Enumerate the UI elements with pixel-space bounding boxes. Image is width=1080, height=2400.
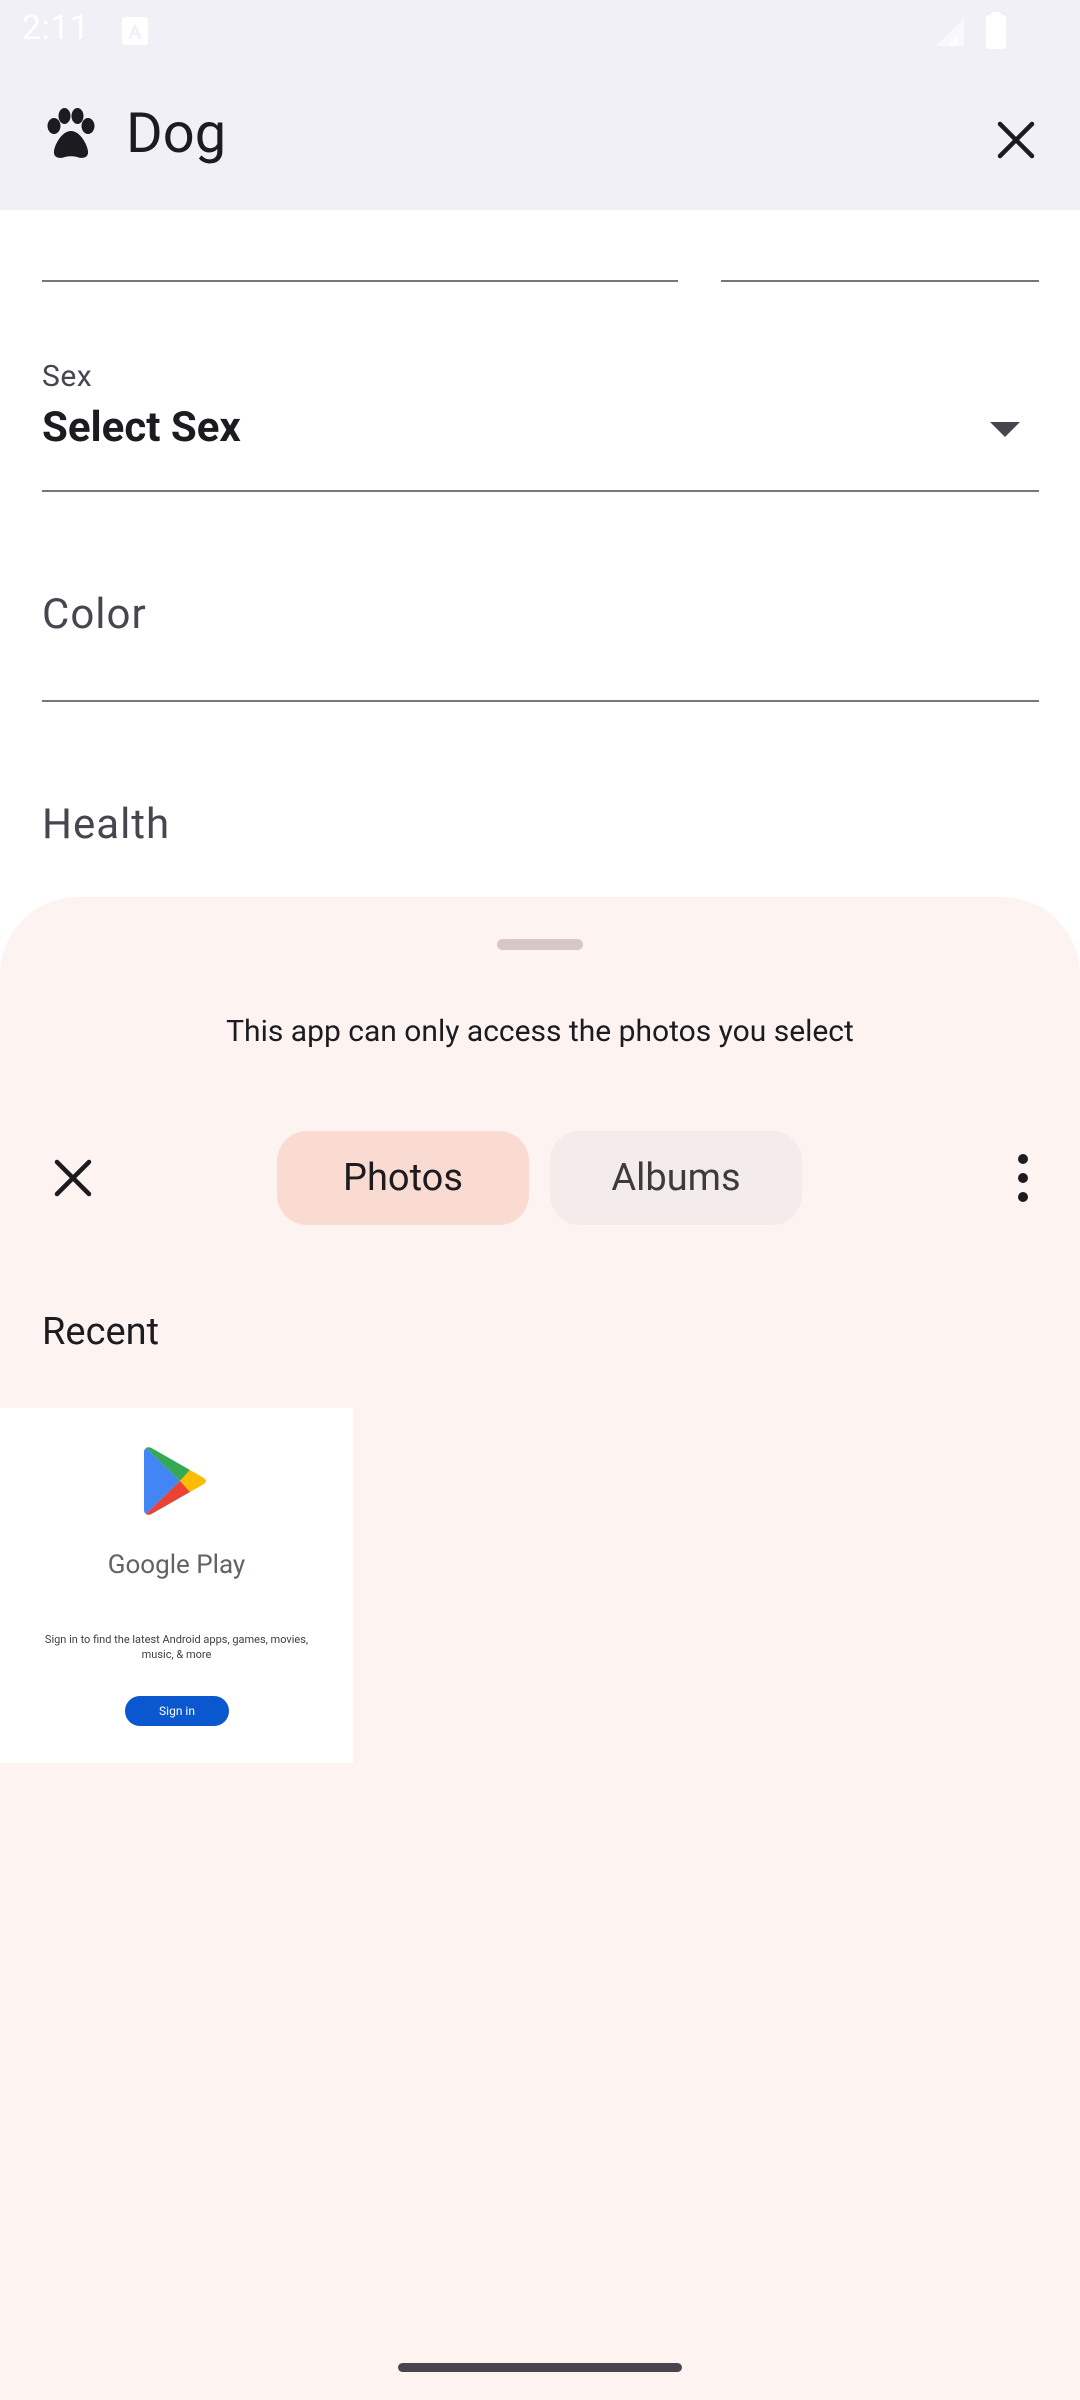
tab-photos[interactable]: Photos	[277, 1131, 529, 1225]
app-bar: Dog	[0, 64, 1080, 210]
paw-icon	[42, 106, 100, 166]
battery-icon	[985, 12, 1007, 54]
sex-field-underline	[42, 490, 1039, 492]
sex-dropdown[interactable]: Sex Select Sex	[42, 355, 1039, 495]
close-icon[interactable]	[990, 114, 1042, 166]
color-field[interactable]: Color	[42, 590, 147, 639]
google-play-logo-icon	[144, 1446, 208, 1520]
color-field-underline	[42, 700, 1039, 702]
recent-section-title: Recent	[42, 1310, 160, 1354]
signal-icon	[934, 16, 968, 52]
sex-field-label: Sex	[42, 359, 93, 394]
page-title: Dog	[126, 100, 227, 166]
picker-permission-message: This app can only access the photos you …	[226, 1014, 854, 1049]
picker-close-icon[interactable]	[50, 1155, 96, 1201]
sheet-drag-handle[interactable]	[497, 939, 583, 950]
status-bar: 2:11	[0, 0, 1080, 64]
thumbnail-brand-text: Google Play	[107, 1550, 246, 1580]
sex-field-value: Select Sex	[42, 403, 241, 452]
status-time: 2:11	[22, 8, 90, 48]
photo-thumbnail[interactable]: Google Play Sign in to find the latest A…	[0, 1408, 353, 1763]
previous-field-underline-left[interactable]	[42, 280, 678, 282]
dropdown-arrow-icon[interactable]	[990, 422, 1020, 437]
previous-field-underline-right[interactable]	[721, 280, 1039, 282]
a-notification-icon	[122, 17, 148, 45]
more-options-icon[interactable]	[1012, 1152, 1034, 1204]
health-field[interactable]: Health	[42, 800, 170, 849]
thumbnail-description: Sign in to find the latest Android apps,…	[44, 1633, 309, 1661]
gesture-nav-handle[interactable]	[398, 2363, 682, 2372]
thumbnail-signin-button: Sign in	[125, 1696, 229, 1726]
tab-albums[interactable]: Albums	[550, 1131, 802, 1225]
